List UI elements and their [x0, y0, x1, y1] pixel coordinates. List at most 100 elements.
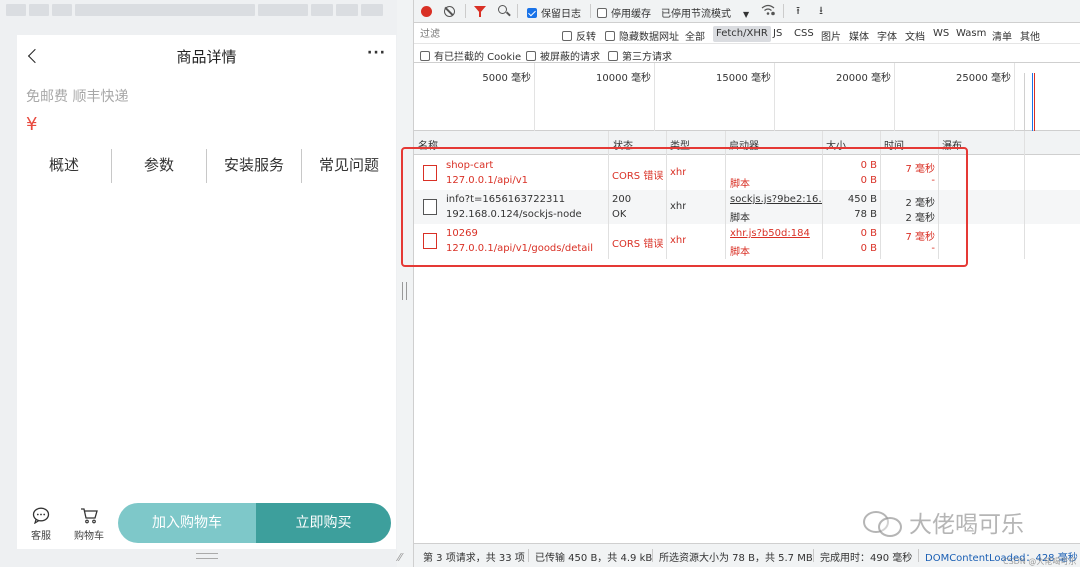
- buy-now-button[interactable]: 立即购买: [256, 503, 391, 543]
- checkbox-icon: [608, 51, 618, 61]
- load-event-marker: [1034, 73, 1035, 131]
- network-status-bar: 第 3 项请求，共 33 项 已传输 450 B，共 4.9 kB 所选资源大小…: [414, 543, 1080, 567]
- disable-cache-checkbox[interactable]: 停用缓存: [597, 5, 651, 20]
- filter-input[interactable]: [417, 26, 551, 42]
- clear-icon[interactable]: [444, 6, 455, 17]
- blocked-cookies-checkbox[interactable]: 有已拦截的 Cookie: [420, 48, 521, 63]
- cart-button[interactable]: 购物车: [69, 507, 109, 542]
- disable-cache-label: 停用缓存: [611, 9, 651, 20]
- timeline-gridline: [534, 63, 535, 131]
- browser-tab-strip: [0, 0, 397, 17]
- mobile-page: 商品详情 ··· 免邮费 顺丰快递 ¥ 概述 参数 安装服务 常见问题 客服: [17, 35, 396, 549]
- bottom-resize-handle[interactable]: [196, 553, 218, 559]
- shipping-info: 免邮费 顺丰快递: [26, 86, 128, 106]
- throttle-dropdown[interactable]: 已停用节流模式 ▼: [661, 5, 749, 20]
- export-har-icon[interactable]: ⭳: [816, 5, 826, 17]
- checkbox-icon: [597, 8, 607, 18]
- nav-bar: 商品详情 ···: [17, 35, 396, 77]
- filter-bar: 反转 隐藏数据网址 全部 Fetch/XHR JS CSS 图片 媒体 字体 文…: [414, 24, 1080, 44]
- invert-label: 反转: [576, 32, 596, 43]
- checkbox-checked-icon: [527, 8, 537, 18]
- corner-resize-grip[interactable]: ⁄⁄: [398, 551, 402, 564]
- tab-installation[interactable]: 安装服务: [207, 149, 302, 183]
- filter-type-fetch-xhr[interactable]: Fetch/XHR: [713, 26, 771, 42]
- filter-type-images[interactable]: 图片: [821, 28, 841, 43]
- timeline-marker: [1024, 73, 1025, 131]
- more-options-icon[interactable]: ···: [367, 45, 386, 61]
- search-icon[interactable]: [498, 5, 507, 14]
- toolbar-divider: [517, 4, 518, 18]
- toolbar-divider: [783, 4, 784, 18]
- resource-size: 所选资源大小为 78 B，共 5.7 MB: [659, 549, 813, 564]
- third-party-checkbox[interactable]: 第三方请求: [608, 48, 672, 63]
- record-icon[interactable]: [421, 6, 432, 17]
- filter-type-manifest[interactable]: 清单: [992, 28, 1012, 43]
- request-filter-options: 有已拦截的 Cookie 被屏蔽的请求 第三方请求: [414, 44, 1080, 63]
- status-divider: [918, 549, 919, 562]
- throttle-value: 已停用节流模式: [661, 9, 731, 20]
- filter-type-wasm[interactable]: Wasm: [956, 28, 986, 39]
- filter-type-doc[interactable]: 文档: [905, 28, 925, 43]
- source-watermark: CSDN @大佬喝可乐: [1003, 556, 1076, 567]
- customer-service-button[interactable]: 客服: [21, 507, 61, 542]
- watermark: 大佬喝可乐: [863, 505, 1024, 539]
- shopping-cart-icon: [80, 507, 98, 524]
- checkbox-icon: [526, 51, 536, 61]
- timeline-label: 20000 毫秒: [791, 69, 891, 84]
- timeline-gridline: [654, 63, 655, 131]
- network-overview-timeline[interactable]: 5000 毫秒 10000 毫秒 15000 毫秒 20000 毫秒 25000…: [414, 63, 1080, 131]
- filter-type-all[interactable]: 全部: [685, 28, 705, 43]
- tab-faq[interactable]: 常见问题: [302, 149, 396, 183]
- timeline-gridline: [1014, 63, 1015, 131]
- filter-icon[interactable]: [474, 6, 486, 13]
- filter-type-css[interactable]: CSS: [794, 28, 814, 39]
- third-party-label: 第三方请求: [622, 52, 672, 63]
- blocked-cookies-label: 有已拦截的 Cookie: [434, 52, 521, 63]
- checkbox-icon: [420, 51, 430, 61]
- filter-type-js[interactable]: JS: [773, 28, 782, 39]
- timeline-label: 15000 毫秒: [671, 69, 771, 84]
- hide-data-urls-checkbox[interactable]: 隐藏数据网址: [605, 28, 679, 43]
- wechat-logo-icon: [863, 508, 903, 536]
- bottom-action-bar: 客服 购物车 加入购物车 立即购买: [17, 501, 396, 549]
- hide-data-urls-label: 隐藏数据网址: [619, 32, 679, 43]
- status-divider: [652, 549, 653, 562]
- filter-type-other[interactable]: 其他: [1020, 28, 1040, 43]
- customer-service-label: 客服: [21, 527, 61, 542]
- timeline-gridline: [774, 63, 775, 131]
- chat-bubble-icon: [32, 507, 50, 524]
- status-divider: [813, 549, 814, 562]
- finish-time: 完成用时：490 毫秒: [820, 549, 912, 564]
- filter-type-ws[interactable]: WS: [933, 28, 949, 39]
- add-to-cart-button[interactable]: 加入购物车: [118, 503, 256, 543]
- timeline-gridline: [894, 63, 895, 131]
- product-tabs: 概述 参数 安装服务 常见问题: [17, 149, 396, 183]
- page-title: 商品详情: [17, 46, 396, 67]
- checkbox-icon: [562, 31, 572, 41]
- blocked-requests-checkbox[interactable]: 被屏蔽的请求: [526, 48, 600, 63]
- pane-splitter-handle[interactable]: [402, 282, 407, 300]
- tab-parameters[interactable]: 参数: [112, 149, 207, 183]
- import-har-icon[interactable]: ⭱: [793, 5, 803, 17]
- preserve-log-label: 保留日志: [541, 9, 581, 20]
- tab-overview[interactable]: 概述: [17, 149, 112, 183]
- preserve-log-checkbox[interactable]: 保留日志: [527, 5, 581, 20]
- cart-label: 购物车: [69, 527, 109, 542]
- chevron-down-icon: ▼: [743, 10, 749, 19]
- filter-type-font[interactable]: 字体: [877, 28, 897, 43]
- price-symbol: ¥: [26, 114, 37, 135]
- mobile-preview-pane: 商品详情 ··· 免邮费 顺丰快递 ¥ 概述 参数 安装服务 常见问题 客服: [0, 0, 397, 567]
- dom-content-loaded-marker: [1032, 73, 1033, 131]
- timeline-label: 10000 毫秒: [551, 69, 651, 84]
- filter-type-media[interactable]: 媒体: [849, 28, 869, 43]
- devtools-network-panel: 保留日志 停用缓存 已停用节流模式 ▼ ⭱ ⭳ 反转 隐藏数据网址 全部 Fetc…: [413, 0, 1080, 567]
- waterfall-marker-line: [1024, 131, 1025, 259]
- annotation-highlight-box: [401, 147, 968, 267]
- network-toolbar: 保留日志 停用缓存 已停用节流模式 ▼ ⭱ ⭳: [414, 0, 1080, 23]
- network-conditions-icon[interactable]: [761, 4, 775, 16]
- invert-checkbox[interactable]: 反转: [562, 28, 596, 43]
- timeline-label: 25000 毫秒: [911, 69, 1011, 84]
- timeline-label: 5000 毫秒: [431, 69, 531, 84]
- status-divider: [528, 549, 529, 562]
- transferred-size: 已传输 450 B，共 4.9 kB: [535, 549, 652, 564]
